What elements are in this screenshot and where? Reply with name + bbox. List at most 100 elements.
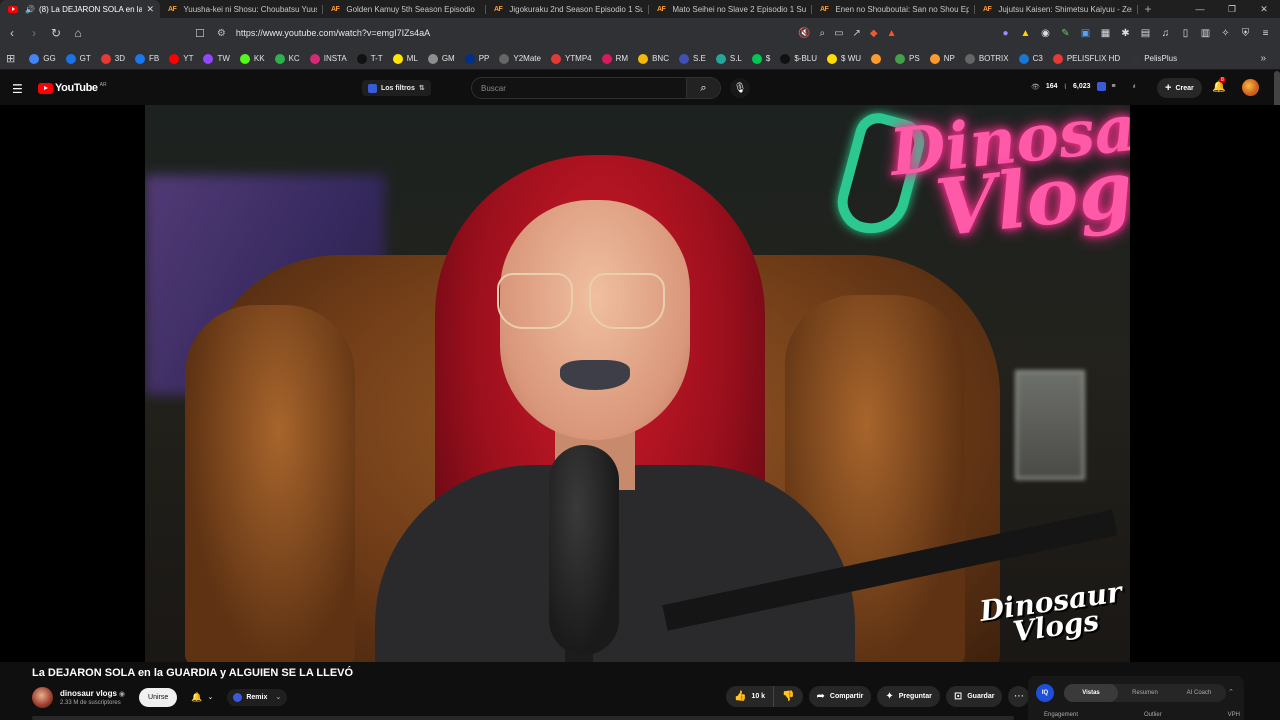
bookmark-item[interactable] xyxy=(871,53,885,64)
bookmark-item[interactable]: 3D xyxy=(100,53,125,64)
browser-tab[interactable]: AF Jigokuraku 2nd Season Episodio 1 Sub xyxy=(486,0,649,18)
bookmark-item[interactable]: S.E xyxy=(678,53,706,64)
bookmark-item[interactable]: GM xyxy=(427,53,455,64)
maximize-icon[interactable]: ❐ xyxy=(1216,0,1248,18)
bookmark-item[interactable]: KC xyxy=(274,53,300,64)
bookmark-item[interactable]: ML xyxy=(392,53,418,64)
url-text[interactable]: https://www.youtube.com/watch?v=emgI7IZs… xyxy=(236,28,430,38)
site-settings-icon[interactable]: ⚙ xyxy=(217,28,226,39)
minimize-icon[interactable]: — xyxy=(1184,0,1216,18)
vidiq-tab[interactable]: AI Coach xyxy=(1172,684,1226,702)
microphone-icon[interactable]: 🎙 xyxy=(730,78,750,98)
vpn-icon[interactable]: ⛨ xyxy=(1239,27,1252,40)
close-window-icon[interactable]: ✕ xyxy=(1248,0,1280,18)
close-tab-icon[interactable]: ✕ xyxy=(146,4,154,15)
hamburger-menu-icon[interactable]: ☰ xyxy=(12,82,23,96)
reload-icon[interactable]: ↻ xyxy=(46,23,66,43)
bookmark-item[interactable]: C3 xyxy=(1018,53,1043,64)
channel-name[interactable]: dinosaur vlogs ◉ xyxy=(60,689,125,698)
extension-icon[interactable]: ● xyxy=(999,27,1012,40)
leo-icon[interactable]: ✧ xyxy=(1219,27,1232,40)
extension-icon[interactable]: ▦ xyxy=(1099,27,1112,40)
youtube-logo[interactable]: YouTube AR xyxy=(38,82,107,94)
bookmark-item[interactable]: PS xyxy=(895,53,920,64)
menu-icon[interactable]: ≡ xyxy=(1259,27,1272,40)
back-arrow-icon[interactable]: ‹ xyxy=(2,23,22,43)
vidiq-tab[interactable]: Vistas xyxy=(1064,684,1118,702)
bookmark-item[interactable]: NP xyxy=(929,53,955,64)
bookmark-item[interactable]: GG xyxy=(29,53,56,64)
share-button[interactable]: ➦ Compartir xyxy=(808,686,872,707)
music-icon[interactable]: ♫ xyxy=(1159,27,1172,40)
bookmark-item[interactable]: BOTRIX xyxy=(964,53,1009,64)
extension-badge-icon[interactable] xyxy=(1096,82,1106,91)
account-avatar[interactable] xyxy=(1242,79,1259,96)
trophy-icon[interactable]: ♁ xyxy=(1132,83,1137,90)
more-options-icon[interactable]: ⋯ xyxy=(1008,686,1030,707)
description-box-top[interactable] xyxy=(32,716,1014,720)
extension-icon[interactable]: ▣ xyxy=(1079,27,1092,40)
browser-tab[interactable]: AF Yuusha-kei ni Shosu: Choubatsu Yuusha xyxy=(160,0,323,18)
vidiq-tab[interactable]: Resumen xyxy=(1118,684,1172,702)
search-input[interactable] xyxy=(472,78,686,98)
like-button[interactable]: 👍 10 k xyxy=(726,686,775,707)
bookmark-item[interactable]: YTMP4 xyxy=(550,53,592,64)
bookmark-item[interactable]: INSTA xyxy=(309,53,347,64)
bookmark-item[interactable]: TW xyxy=(203,53,230,64)
zoom-icon[interactable]: ⌕ xyxy=(819,28,825,39)
extension-icon[interactable]: ✎ xyxy=(1059,27,1072,40)
brave-rewards-icon[interactable]: ▲ xyxy=(887,28,897,39)
notifications-bell-icon[interactable]: 🔔 8 xyxy=(1212,77,1226,93)
browser-tab[interactable]: AF Golden Kamuy 5th Season Episodio xyxy=(323,0,486,18)
bookmark-item[interactable]: RM xyxy=(601,53,628,64)
bookmark-item[interactable]: KK xyxy=(239,53,265,64)
bookmark-item[interactable]: Y2Mate xyxy=(499,53,541,64)
bookmark-item[interactable]: $-BLU xyxy=(780,53,817,64)
chevron-up-icon[interactable]: ⌃ xyxy=(1228,688,1234,696)
channel-avatar[interactable] xyxy=(32,686,53,708)
bookmark-icon[interactable]: ☐ xyxy=(195,27,205,40)
cast-icon[interactable]: ▭ xyxy=(834,28,843,39)
extensions-puzzle-icon[interactable]: ✱ xyxy=(1119,27,1132,40)
bookmark-item[interactable]: T-T xyxy=(356,53,383,64)
remix-button[interactable]: Remix ⌄ xyxy=(227,688,288,706)
browser-tab[interactable]: 🔊(8) La DEJARON SOLA en la GUARDIA✕ xyxy=(0,0,160,18)
forward-arrow-icon[interactable]: › xyxy=(24,23,44,43)
join-button[interactable]: Unirse xyxy=(139,687,178,707)
browser-tab[interactable]: AF Jujutsu Kaisen: Shimetsu Kaiyuu - Zen xyxy=(975,0,1138,18)
share-page-icon[interactable]: ↗ xyxy=(853,28,861,39)
extension-icon[interactable]: ▲ xyxy=(1019,27,1032,40)
dislike-button[interactable]: 👎 xyxy=(774,686,802,707)
create-button[interactable]: + Crear xyxy=(1157,78,1202,98)
save-button[interactable]: ⊡ Guardar xyxy=(945,686,1003,707)
brave-shield-icon[interactable]: ◆ xyxy=(870,28,878,39)
sidebar-icon[interactable]: ▯ xyxy=(1179,27,1192,40)
bookmark-item[interactable]: $ WU xyxy=(827,53,861,64)
filters-button[interactable]: Los filtros ⇅ xyxy=(362,80,431,96)
video-player[interactable]: Dinosaur Vlogs Dinosaur Vlogs xyxy=(0,105,1280,662)
search-icon[interactable]: ⌕ xyxy=(686,78,720,98)
bookmark-item[interactable]: S.L xyxy=(715,53,742,64)
bookmark-item[interactable]: GT xyxy=(65,53,91,64)
browser-tab[interactable]: AF Enen no Shouboutai: San no Shou Ep xyxy=(812,0,975,18)
bookmark-item[interactable]: PP xyxy=(464,53,489,64)
wallet-icon[interactable]: ▥ xyxy=(1199,27,1212,40)
bookmark-item[interactable]: YT xyxy=(169,53,193,64)
mute-site-icon[interactable]: 🔇 xyxy=(798,28,810,39)
ask-button[interactable]: ✦ Preguntar xyxy=(877,686,940,707)
bookmark-item[interactable]: BNC xyxy=(638,53,669,64)
speaker-icon[interactable]: 🔊 xyxy=(25,5,35,14)
home-icon[interactable]: ⌂ xyxy=(68,23,88,43)
menu-lines-icon[interactable]: ≡ xyxy=(1112,83,1116,90)
browser-tab[interactable]: AF Mato Seihei no Slave 2 Episodio 1 Sub xyxy=(649,0,812,18)
subscription-bell-button[interactable]: 🔔 ⌄ xyxy=(185,688,219,707)
extension-icon[interactable]: ▤ xyxy=(1139,27,1152,40)
bookmark-item[interactable]: PELISFLIX HD xyxy=(1052,53,1120,64)
bookmark-item[interactable]: FB xyxy=(135,53,159,64)
vidiq-badge[interactable]: IQ xyxy=(1036,684,1054,702)
bookmark-item[interactable]: $ xyxy=(751,53,770,64)
apps-grid-icon[interactable]: ⊞ xyxy=(6,52,15,65)
more-bookmarks-icon[interactable]: » xyxy=(1260,53,1266,64)
new-tab-button[interactable]: + xyxy=(1138,0,1158,18)
extension-icon[interactable]: ◉ xyxy=(1039,27,1052,40)
